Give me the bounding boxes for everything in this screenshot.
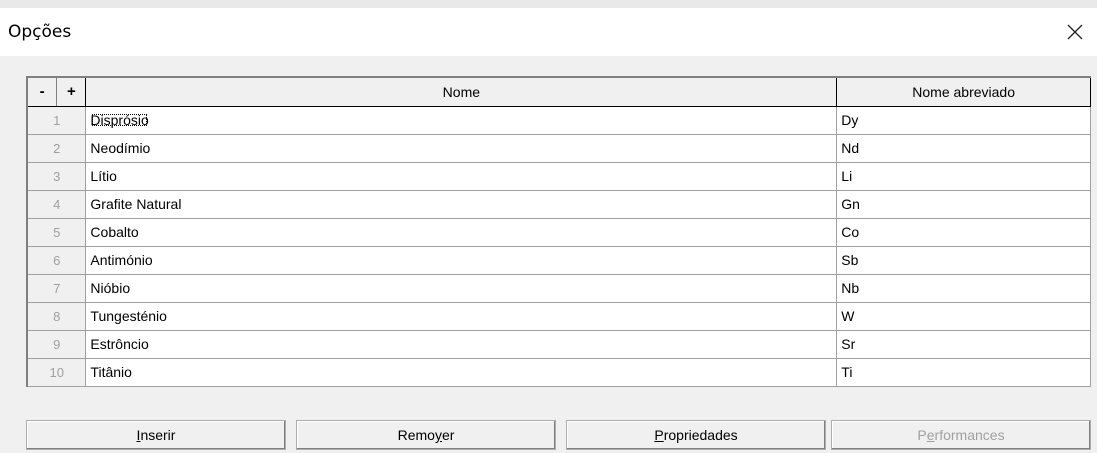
name-cell[interactable]: Estrôncio	[85, 329, 838, 359]
name-cell[interactable]: Antimónio	[85, 245, 838, 275]
dialog-title: Opções	[8, 22, 72, 42]
close-button[interactable]	[1057, 14, 1093, 50]
abbreviation-cell[interactable]: Nb	[836, 273, 1091, 303]
column-header-name[interactable]: Nome	[85, 76, 838, 107]
row-number[interactable]: 3	[26, 161, 87, 191]
collapse-button[interactable]: -	[28, 78, 58, 106]
elements-grid: - + Nome Nome abreviado 1 Disprósio Dy 2…	[26, 76, 1091, 387]
title-bar: Opções	[0, 8, 1097, 56]
abbreviation-cell[interactable]: Gn	[836, 189, 1091, 219]
row-number[interactable]: 2	[26, 133, 87, 163]
properties-accelerator: P	[654, 427, 664, 443]
remove-label-pre: Remo	[397, 427, 435, 443]
grid-corner-controls: - +	[26, 76, 87, 107]
name-cell[interactable]: Lítio	[85, 161, 838, 191]
performances-button[interactable]: Pe rformances	[831, 420, 1091, 450]
name-cell[interactable]: Tungesténio	[85, 301, 838, 331]
table-row[interactable]: 5 Cobalto Co	[26, 217, 1091, 247]
row-number[interactable]: 5	[26, 217, 87, 247]
row-number[interactable]: 7	[26, 273, 87, 303]
row-number[interactable]: 6	[26, 245, 87, 275]
abbreviation-cell[interactable]: Ti	[836, 357, 1091, 387]
row-number[interactable]: 4	[26, 189, 87, 219]
row-number[interactable]: 8	[26, 301, 87, 331]
abbreviation-cell[interactable]: Co	[836, 217, 1091, 247]
table-row[interactable]: 2 Neodímio Nd	[26, 133, 1091, 163]
close-icon	[1067, 24, 1083, 40]
name-cell[interactable]: Cobalto	[85, 217, 838, 247]
table-row[interactable]: 8 Tungesténio W	[26, 301, 1091, 331]
table-row[interactable]: 4 Grafite Natural Gn	[26, 189, 1091, 219]
remove-button[interactable]: Remo y er	[296, 420, 556, 450]
column-header-abbreviation[interactable]: Nome abreviado	[836, 76, 1091, 107]
insert-button[interactable]: Inserir	[26, 420, 286, 450]
expand-button[interactable]: +	[57, 78, 85, 106]
remove-label-post: er	[441, 427, 455, 443]
abbreviation-cell[interactable]: Sr	[836, 329, 1091, 359]
grid-header-row: - + Nome Nome abreviado	[26, 76, 1091, 107]
name-cell[interactable]: Nióbio	[85, 273, 838, 303]
abbreviation-cell[interactable]: Li	[836, 161, 1091, 191]
name-cell[interactable]: Neodímio	[85, 133, 838, 163]
name-cell[interactable]: Disprósio	[90, 112, 148, 128]
table-row[interactable]: 1 Disprósio Dy	[26, 105, 1091, 135]
abbreviation-cell[interactable]: Dy	[836, 105, 1091, 135]
name-cell[interactable]: Titânio	[85, 357, 838, 387]
abbreviation-cell[interactable]: Sb	[836, 245, 1091, 275]
dialog-body: - + Nome Nome abreviado 1 Disprósio Dy 2…	[0, 56, 1097, 453]
name-cell[interactable]: Grafite Natural	[85, 189, 838, 219]
insert-label-post: nserir	[140, 427, 176, 443]
remove-accelerator: y	[434, 427, 442, 443]
properties-label-post: ropriedades	[663, 427, 738, 443]
performances-label-pre: P	[917, 427, 927, 443]
abbreviation-cell[interactable]: W	[836, 301, 1091, 331]
table-row[interactable]: 10 Titânio Ti	[26, 357, 1091, 387]
table-row[interactable]: 3 Lítio Li	[26, 161, 1091, 191]
table-row[interactable]: 9 Estrôncio Sr	[26, 329, 1091, 359]
properties-button[interactable]: Propriedades	[566, 420, 826, 450]
table-row[interactable]: 6 Antimónio Sb	[26, 245, 1091, 275]
abbreviation-cell[interactable]: Nd	[836, 133, 1091, 163]
performances-accelerator: e	[926, 427, 935, 443]
row-number[interactable]: 9	[26, 329, 87, 359]
row-number[interactable]: 10	[26, 357, 87, 387]
performances-label-post: rformances	[934, 427, 1005, 443]
row-number[interactable]: 1	[26, 105, 87, 135]
options-dialog: Opções - + Nome Nome abreviado 1 Disprós…	[0, 8, 1097, 453]
button-bar: Inserir Remo y er Propriedades Pe rformance…	[26, 420, 1091, 450]
table-row[interactable]: 7 Nióbio Nb	[26, 273, 1091, 303]
